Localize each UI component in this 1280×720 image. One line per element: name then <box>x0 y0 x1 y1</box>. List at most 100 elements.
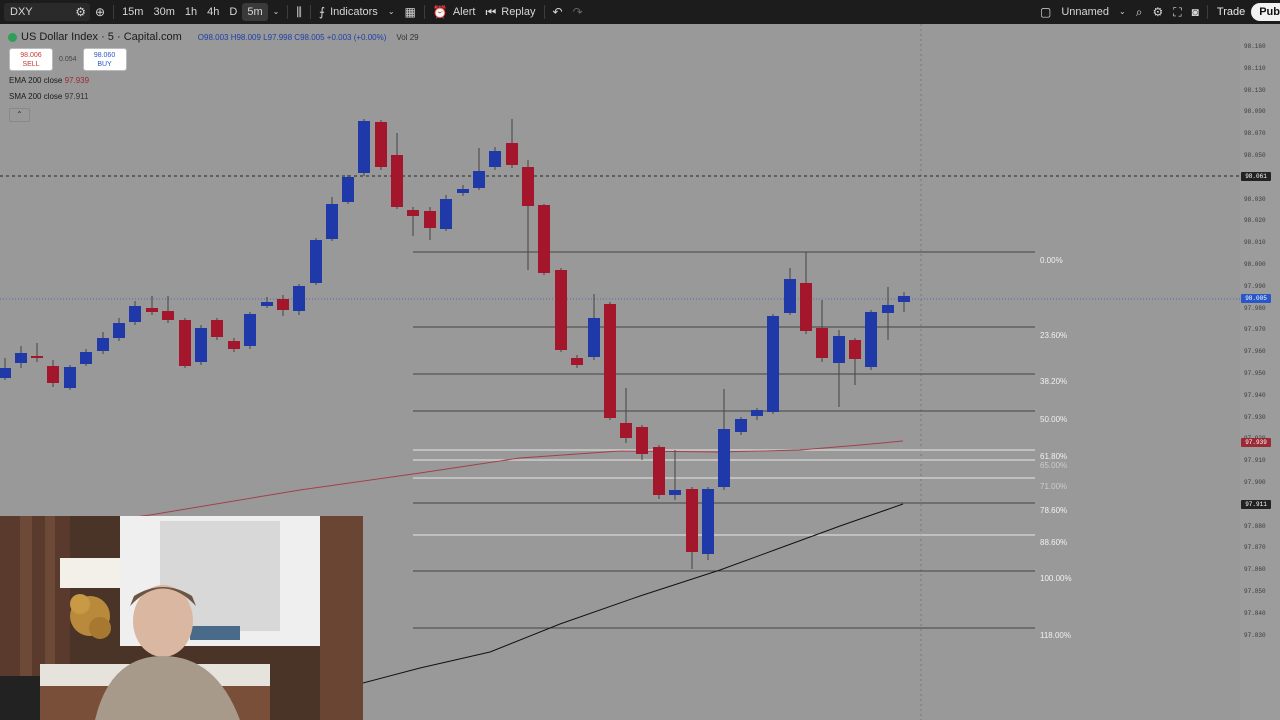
bullish-candle[interactable] <box>293 284 305 315</box>
bearish-candle[interactable] <box>653 445 665 499</box>
symbol-search[interactable]: DXY ⚙ <box>4 3 90 21</box>
price-tick: 97.910 <box>1244 457 1266 465</box>
symbol-settings-icon[interactable]: ⚙ <box>75 6 86 18</box>
bullish-candle[interactable] <box>767 314 779 414</box>
candles[interactable] <box>0 119 910 569</box>
price-tick: 97.830 <box>1244 631 1266 639</box>
bullish-candle[interactable] <box>326 197 338 241</box>
bullish-candle[interactable] <box>898 292 910 312</box>
bearish-candle[interactable] <box>179 318 191 368</box>
timeframe-1h[interactable]: 1h <box>180 0 202 24</box>
bearish-candle[interactable] <box>816 300 828 362</box>
bullish-candle[interactable] <box>718 389 730 490</box>
bearish-candle[interactable] <box>375 120 387 170</box>
bearish-candle[interactable] <box>800 252 812 334</box>
bullish-candle[interactable] <box>457 185 469 196</box>
timeframe-dropdown[interactable]: ⌄ <box>268 0 285 24</box>
bearish-candle[interactable] <box>636 425 648 460</box>
bullish-candle[interactable] <box>97 332 109 354</box>
publish-button[interactable]: Pub <box>1251 3 1280 21</box>
bullish-candle[interactable] <box>195 325 207 365</box>
bearish-candle[interactable] <box>555 268 567 352</box>
bullish-candle[interactable] <box>473 148 485 190</box>
bullish-candle[interactable] <box>588 294 600 360</box>
replay-button[interactable]: ⏮ Replay <box>480 0 540 24</box>
bearish-candle[interactable] <box>228 338 240 352</box>
quick-search-button[interactable]: ⌕ <box>1131 0 1148 24</box>
bullish-candle[interactable] <box>440 195 452 231</box>
layout-button[interactable]: ▢ <box>1035 0 1056 24</box>
sma-indicator-legend[interactable]: SMA 200 close 97.911 <box>9 92 88 101</box>
symbol-label: DXY <box>10 6 33 18</box>
camera-icon: ◙ <box>1191 5 1199 19</box>
redo-button[interactable]: ↷ <box>568 0 588 24</box>
bearish-candle[interactable] <box>538 204 550 275</box>
sma-200-line[interactable] <box>362 503 904 684</box>
divider <box>543 5 545 19</box>
layout-dropdown[interactable]: ⌄ <box>1114 0 1131 24</box>
bearish-candle[interactable] <box>277 295 289 316</box>
bearish-candle[interactable] <box>424 207 436 240</box>
bullish-candle[interactable] <box>751 408 763 420</box>
bullish-candle[interactable] <box>784 268 796 315</box>
chart-legend: US Dollar Index · 5 · Capital.com O98.00… <box>8 31 419 43</box>
bullish-candle[interactable] <box>15 346 27 368</box>
bullish-candle[interactable] <box>882 287 894 340</box>
timeframe-4h[interactable]: 4h <box>202 0 224 24</box>
undo-button[interactable]: ↶ <box>548 0 568 24</box>
bearish-candle[interactable] <box>506 119 518 168</box>
alert-button[interactable]: ⏰ Alert <box>428 0 481 24</box>
bearish-candle[interactable] <box>211 318 223 340</box>
bullish-candle[interactable] <box>80 349 92 366</box>
bearish-candle[interactable] <box>31 343 43 362</box>
templates-button[interactable]: ▦ <box>400 0 421 24</box>
bullish-candle[interactable] <box>64 365 76 390</box>
bearish-candle[interactable] <box>47 360 59 387</box>
bullish-candle[interactable] <box>113 318 125 341</box>
bullish-candle[interactable] <box>833 330 845 407</box>
bullish-candle[interactable] <box>865 310 877 370</box>
ema-indicator-legend[interactable]: EMA 200 close 97.939 <box>9 76 89 85</box>
bullish-candle[interactable] <box>310 238 322 285</box>
bullish-candle[interactable] <box>735 417 747 435</box>
bullish-candle[interactable] <box>244 312 256 349</box>
indicators-dropdown[interactable]: ⌄ <box>383 0 400 24</box>
candle-body <box>735 419 747 432</box>
bearish-candle[interactable] <box>162 296 174 323</box>
bullish-candle[interactable] <box>489 147 501 170</box>
bearish-candle[interactable] <box>604 302 616 420</box>
price-tick: 98.160 <box>1244 43 1266 50</box>
grid-icon: ▦ <box>404 5 416 19</box>
bullish-candle[interactable] <box>0 358 11 380</box>
indicators-button[interactable]: ⨍ Indicators <box>314 0 383 24</box>
trade-button[interactable]: Trade <box>1211 0 1251 24</box>
timeframe-5m[interactable]: 5m <box>242 3 268 21</box>
bearish-candle[interactable] <box>407 207 419 236</box>
timeframe-30m[interactable]: 30m <box>148 0 179 24</box>
settings-button[interactable]: ⚙ <box>1147 0 1168 24</box>
bearish-candle[interactable] <box>849 338 861 385</box>
bearish-candle[interactable] <box>571 355 583 368</box>
bearish-candle[interactable] <box>686 487 698 569</box>
webcam-overlay <box>0 516 363 720</box>
legend-collapse-button[interactable]: ⌃ <box>9 108 30 122</box>
add-symbol-button[interactable]: ⊕ <box>90 0 110 24</box>
snapshot-button[interactable]: ◙ <box>1187 0 1204 24</box>
bearish-candle[interactable] <box>620 388 632 443</box>
timeframe-d[interactable]: D <box>224 0 242 24</box>
bearish-candle[interactable] <box>522 160 534 270</box>
bullish-candle[interactable] <box>358 119 370 176</box>
bullish-candle[interactable] <box>261 297 273 308</box>
timeframe-15m[interactable]: 15m <box>117 0 148 24</box>
bullish-candle[interactable] <box>702 487 714 560</box>
legend-title[interactable]: US Dollar Index · 5 · Capital.com <box>21 31 182 43</box>
fullscreen-button[interactable]: ⛶ <box>1168 0 1186 24</box>
bearish-candle[interactable] <box>391 133 403 209</box>
layout-name[interactable]: Unnamed <box>1056 0 1114 24</box>
buy-button[interactable]: 98.060 BUY <box>82 48 127 71</box>
bullish-candle[interactable] <box>669 450 681 500</box>
chart-type-button[interactable]: ⫼ <box>291 0 307 24</box>
bullish-candle[interactable] <box>129 301 141 325</box>
bullish-candle[interactable] <box>342 175 354 204</box>
sell-button[interactable]: 98.006 SELL <box>9 48 53 71</box>
